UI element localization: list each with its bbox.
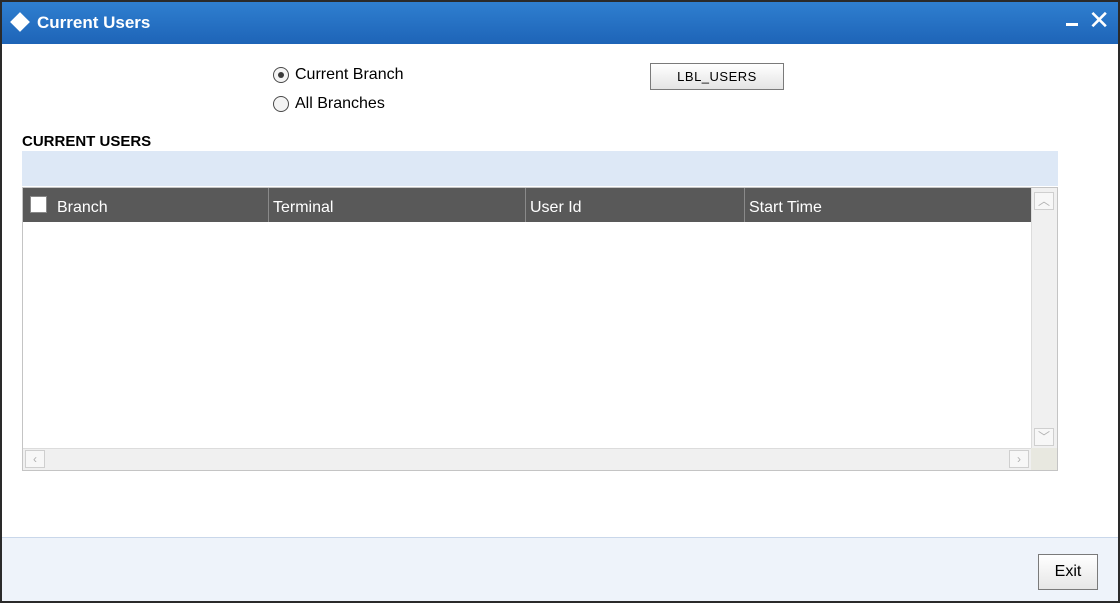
column-branch[interactable]: Branch xyxy=(23,188,269,222)
column-label: Terminal xyxy=(273,199,334,216)
current-users-window: Current Users ✕ Current Branch All Branc… xyxy=(0,0,1120,603)
horizontal-scrollbar[interactable]: ‹ › xyxy=(23,448,1033,470)
radio-button-checked[interactable] xyxy=(273,67,289,83)
scroll-left-icon[interactable]: ‹ xyxy=(25,450,45,468)
column-label: Start Time xyxy=(749,199,822,216)
scroll-corner xyxy=(1031,448,1057,470)
scroll-up-icon[interactable]: ︿ xyxy=(1034,192,1054,210)
title-bar[interactable]: Current Users ✕ xyxy=(2,2,1118,44)
exit-button[interactable]: Exit xyxy=(1038,554,1098,590)
column-label: User Id xyxy=(530,199,582,216)
column-user-id[interactable]: User Id xyxy=(526,188,745,222)
select-all-checkbox[interactable] xyxy=(30,196,47,213)
column-label: Branch xyxy=(57,199,108,216)
section-toolbar xyxy=(22,151,1058,186)
diamond-icon xyxy=(10,12,30,32)
scroll-down-icon[interactable]: ﹀ xyxy=(1034,428,1054,446)
users-grid: Branch Terminal User Id Start Time ︿ ﹀ ‹… xyxy=(22,187,1058,471)
radio-all-branches[interactable]: All Branches xyxy=(273,95,385,113)
all-branches-label: All Branches xyxy=(295,95,385,112)
scroll-right-icon[interactable]: › xyxy=(1009,450,1029,468)
radio-button[interactable] xyxy=(273,96,289,112)
close-icon[interactable]: ✕ xyxy=(1088,6,1110,36)
vertical-scrollbar[interactable]: ︿ ﹀ xyxy=(1031,188,1057,450)
column-start-time[interactable]: Start Time xyxy=(745,188,1031,222)
section-title: CURRENT USERS xyxy=(22,133,152,150)
lbl-users-button[interactable]: LBL_USERS xyxy=(650,63,784,90)
minimize-icon[interactable] xyxy=(1066,23,1078,26)
grid-header: Branch Terminal User Id Start Time xyxy=(23,188,1031,222)
footer-bar: Exit xyxy=(2,537,1118,601)
radio-current-branch[interactable]: Current Branch xyxy=(273,66,404,84)
current-branch-label: Current Branch xyxy=(295,66,404,83)
window-title: Current Users xyxy=(37,13,151,32)
column-terminal[interactable]: Terminal xyxy=(269,188,526,222)
